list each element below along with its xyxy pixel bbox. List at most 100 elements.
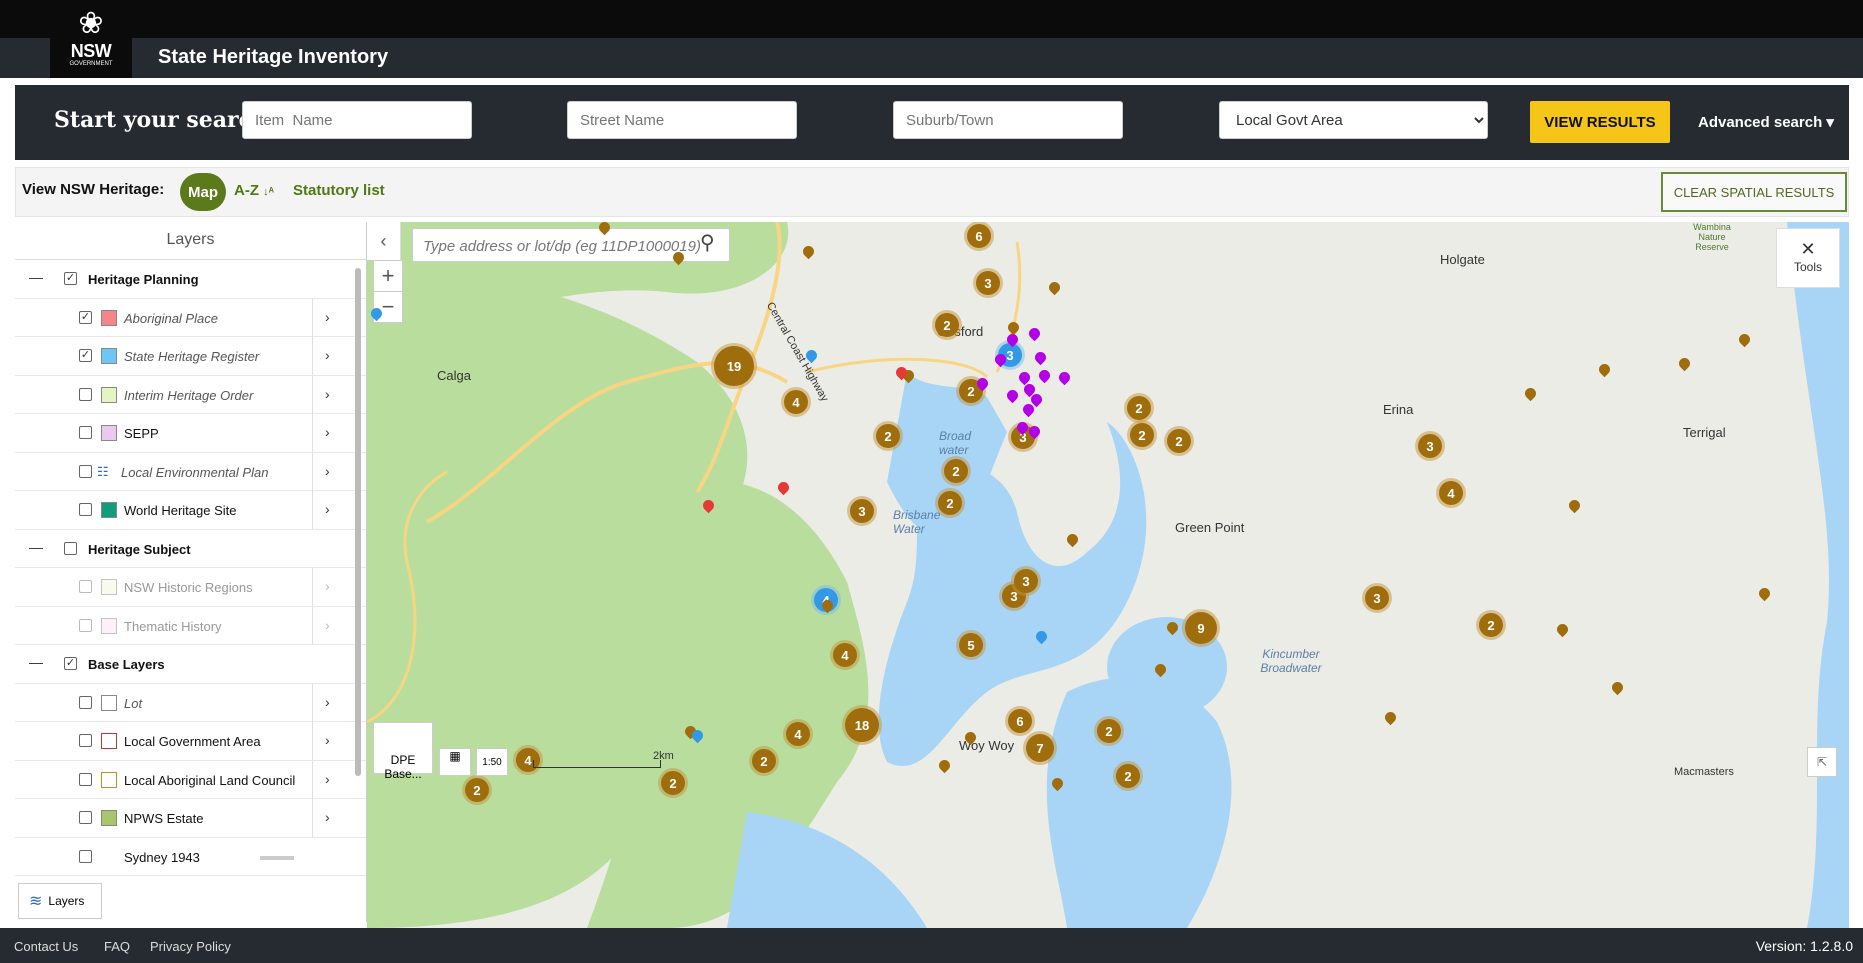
contact-us-link[interactable]: Contact Us — [14, 939, 78, 954]
layer-group-1[interactable]: — Heritage Subject — [15, 530, 366, 568]
collapse-minus-icon[interactable]: — — [29, 539, 43, 555]
cluster-marker[interactable]: 2 — [876, 424, 900, 448]
layer-item-0-5[interactable]: World Heritage Site › — [15, 491, 366, 530]
cluster-marker[interactable]: 3 — [1014, 569, 1038, 593]
layer-checkbox[interactable] — [79, 503, 92, 516]
layer-item-0-0[interactable]: ✓ Aboriginal Place › — [15, 298, 366, 337]
cluster-marker[interactable]: 4 — [784, 390, 808, 414]
cluster-marker[interactable]: 2 — [661, 771, 685, 795]
chevron-right-icon[interactable]: › — [325, 809, 330, 825]
suburb-input[interactable] — [893, 101, 1123, 139]
app-title[interactable]: State Heritage Inventory — [158, 46, 388, 69]
cluster-marker[interactable]: 2 — [465, 778, 489, 802]
layer-checkbox[interactable] — [79, 426, 92, 439]
layer-item-1-1[interactable]: Thematic History › — [15, 606, 366, 645]
cluster-marker[interactable]: 2 — [1130, 423, 1154, 447]
cluster-marker[interactable]: 2 — [1116, 764, 1140, 788]
layer-item-0-4[interactable]: ☷ Local Environmental Plan › — [15, 452, 366, 491]
layer-checkbox[interactable] — [79, 580, 92, 593]
layer-group-checkbox[interactable] — [64, 541, 77, 555]
chevron-right-icon[interactable]: › — [325, 578, 330, 594]
cluster-marker[interactable]: 3 — [1365, 586, 1389, 610]
street-name-input[interactable] — [567, 101, 797, 139]
cluster-marker[interactable]: 3 — [976, 271, 1000, 295]
layer-item-2-0[interactable]: Lot › — [15, 683, 366, 722]
privacy-policy-link[interactable]: Privacy Policy — [150, 939, 231, 954]
cluster-marker[interactable]: 6 — [1008, 709, 1032, 733]
layer-checkbox[interactable] — [79, 618, 92, 632]
cluster-marker[interactable]: 9 — [1185, 612, 1217, 644]
layer-item-1-0[interactable]: NSW Historic Regions › — [15, 568, 366, 607]
expand-icon[interactable]: ⇱ — [1807, 747, 1837, 777]
cluster-marker[interactable]: 2 — [1097, 719, 1121, 743]
lga-select[interactable]: Local Govt Area — [1219, 101, 1488, 139]
layer-group-checkbox[interactable]: ✓ — [64, 272, 77, 285]
layer-group-2[interactable]: — ✓ Base Layers — [15, 645, 366, 684]
layer-checkbox[interactable] — [79, 772, 92, 786]
layer-checkbox[interactable] — [79, 811, 92, 824]
cluster-marker[interactable]: 6 — [967, 224, 991, 248]
cluster-marker[interactable]: 5 — [959, 633, 983, 657]
item-name-input[interactable] — [242, 101, 472, 139]
grid-measure-icon[interactable]: ▦ — [439, 748, 471, 776]
basemap-switcher[interactable]: DPE Base... — [373, 722, 433, 781]
map-view-button[interactable]: Map — [180, 173, 226, 211]
layer-item-0-1[interactable]: ✓ State Heritage Register › — [15, 337, 366, 376]
chevron-right-icon[interactable]: › — [325, 617, 330, 633]
clear-spatial-results-button[interactable]: CLEAR SPATIAL RESULTS — [1661, 172, 1847, 212]
collapse-panel-button[interactable]: ‹ — [367, 222, 401, 260]
view-results-button[interactable]: VIEW RESULTS — [1530, 101, 1670, 143]
cluster-marker[interactable]: 2 — [1167, 429, 1191, 453]
advanced-search-toggle[interactable]: Advanced search ▾ — [1698, 113, 1834, 131]
faq-link[interactable]: FAQ — [104, 939, 130, 954]
layer-item-2-2[interactable]: Local Aboriginal Land Council › — [15, 760, 366, 799]
chevron-right-icon[interactable]: › — [325, 424, 330, 440]
chevron-right-icon[interactable]: › — [325, 463, 330, 479]
cluster-marker[interactable]: 4 — [1439, 481, 1463, 505]
cluster-marker[interactable]: 2 — [944, 459, 968, 483]
cluster-marker[interactable]: 3 — [850, 499, 874, 523]
cluster-marker[interactable]: 3 — [1418, 434, 1442, 458]
cluster-marker[interactable]: 2 — [938, 491, 962, 515]
cluster-marker[interactable]: 4 — [786, 722, 810, 746]
layer-group-checkbox[interactable]: ✓ — [64, 657, 77, 670]
layer-item-2-1[interactable]: Local Government Area › — [15, 722, 366, 761]
layer-checkbox[interactable] — [79, 734, 92, 747]
cluster-marker[interactable]: 2 — [1479, 613, 1503, 637]
scale-icon[interactable]: 1:50 — [476, 748, 508, 776]
map-canvas[interactable]: ‹ Type address or lot/dp (eg 11DP1000019… — [367, 222, 1849, 928]
collapse-minus-icon[interactable]: — — [29, 654, 43, 670]
cluster-marker[interactable]: 4 — [833, 643, 857, 667]
layer-group-0[interactable]: — ✓ Heritage Planning — [15, 260, 366, 299]
layers-toggle-button[interactable]: ≋ Layers — [18, 883, 102, 919]
cluster-marker[interactable]: 7 — [1026, 734, 1054, 762]
tools-button[interactable]: ✕ Tools — [1776, 228, 1840, 288]
chevron-right-icon[interactable]: › — [325, 771, 330, 787]
layer-checkbox[interactable]: ✓ — [79, 349, 92, 362]
cluster-marker[interactable]: 2 — [1127, 396, 1151, 420]
chevron-right-icon[interactable]: › — [325, 732, 330, 748]
chevron-right-icon[interactable]: › — [325, 501, 330, 517]
layer-item-2-4[interactable]: Sydney 1943 — [15, 838, 366, 876]
cluster-marker[interactable]: 18 — [845, 708, 879, 742]
chevron-right-icon[interactable]: › — [325, 386, 330, 402]
nsw-government-logo[interactable]: ❀ NSW GOVERNMENT — [50, 0, 132, 78]
layer-item-0-2[interactable]: Interim Heritage Order › — [15, 375, 366, 414]
chevron-right-icon[interactable]: › — [325, 309, 330, 325]
layer-checkbox[interactable] — [79, 387, 92, 401]
zoom-in-button[interactable]: + — [373, 260, 403, 292]
az-view-button[interactable]: A-Z ↓ᴬ — [234, 182, 274, 199]
chevron-right-icon[interactable]: › — [325, 347, 330, 363]
cluster-marker[interactable]: 2 — [935, 313, 959, 337]
layer-item-0-3[interactable]: SEPP › — [15, 414, 366, 453]
layers-scrollbar[interactable] — [355, 268, 361, 776]
cluster-marker[interactable]: 19 — [714, 346, 754, 386]
statutory-list-link[interactable]: Statutory list — [293, 182, 385, 199]
layer-item-2-3[interactable]: NPWS Estate › — [15, 799, 366, 838]
layer-checkbox[interactable] — [79, 464, 92, 478]
cluster-marker[interactable]: 2 — [752, 749, 776, 773]
opacity-slider[interactable] — [260, 855, 294, 860]
search-icon[interactable]: ⚲ — [700, 230, 715, 255]
collapse-minus-icon[interactable]: — — [29, 269, 43, 285]
chevron-right-icon[interactable]: › — [325, 694, 330, 710]
